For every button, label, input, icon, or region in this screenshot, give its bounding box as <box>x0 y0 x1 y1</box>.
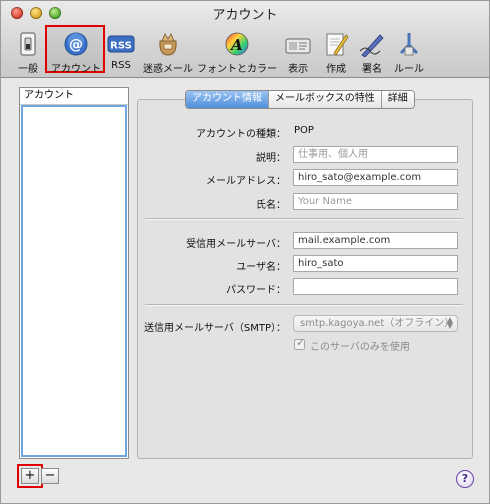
tab-mailbox-behaviors[interactable]: メールボックスの特性 <box>269 91 382 108</box>
add-account-button[interactable]: + <box>21 468 39 484</box>
toolbar-rss[interactable]: RSS RSS <box>105 29 137 75</box>
rss-icon: RSS <box>107 35 135 53</box>
outgoing-server-value: smtp.kagoya.net（オフライン） <box>300 318 455 329</box>
svg-text:@: @ <box>69 37 83 53</box>
popup-arrows-icon: ▲ ▼ <box>446 315 453 330</box>
svg-text:RSS: RSS <box>110 41 132 52</box>
mail-preferences-window: アカウント 一般 @ アカウント RSS RSS 迷惑メール A フォントとカラ… <box>0 0 490 504</box>
toolbar-junk-mail[interactable]: 迷惑メール <box>141 29 195 75</box>
full-name-field[interactable]: Your Name <box>293 193 458 210</box>
toolbar-general[interactable]: 一般 <box>9 29 47 75</box>
full-name-label: 氏名： <box>256 200 286 211</box>
toolbar-rss-label: RSS <box>111 60 131 71</box>
rules-icon <box>399 33 419 56</box>
email-address-label: メールアドレス： <box>206 176 286 187</box>
description-field[interactable]: 仕事用、個人用 <box>293 146 458 163</box>
account-type-label: アカウントの種類： <box>196 129 286 140</box>
incoming-server-label: 受信用メールサーバ： <box>186 239 286 250</box>
help-button[interactable]: ? <box>456 470 474 488</box>
toolbar-general-label: 一般 <box>18 64 38 75</box>
account-type-value: POP <box>294 125 314 136</box>
window-title: アカウント <box>212 8 278 23</box>
incoming-server-field[interactable]: mail.example.com <box>293 232 458 249</box>
section-divider <box>145 218 463 220</box>
outgoing-server-label: 送信用メールサーバ（SMTP）： <box>143 323 286 334</box>
compose-pencil-icon <box>326 33 349 56</box>
at-sign-icon: @ <box>64 32 88 56</box>
switch-icon <box>20 32 36 56</box>
toolbar-composing-label: 作成 <box>326 64 346 75</box>
outgoing-server-popup[interactable]: smtp.kagoya.net（オフライン） ▲ ▼ <box>293 315 458 332</box>
toolbar-composing[interactable]: 作成 <box>319 29 353 75</box>
email-address-field[interactable]: hiro_sato@example.com <box>293 169 458 186</box>
toolbar-fonts-colors-label: フォントとカラー <box>197 64 277 75</box>
signature-pen-icon <box>359 34 384 57</box>
toolbar-junk-mail-label: 迷惑メール <box>143 64 193 75</box>
use-only-this-server-checkbox[interactable]: ✓ <box>294 336 306 350</box>
toolbar-rules-label: ルール <box>394 64 424 75</box>
tab-advanced[interactable]: 詳細 <box>381 91 414 108</box>
toolbar-accounts-label: アカウント <box>51 64 101 75</box>
description-label: 説明： <box>256 153 286 164</box>
password-field[interactable] <box>293 278 458 295</box>
username-label: ユーザ名： <box>236 262 286 273</box>
use-only-this-server-label: このサーバのみを使用 <box>310 342 410 353</box>
remove-account-button[interactable]: − <box>41 468 59 484</box>
toolbar-rules[interactable]: ルール <box>391 29 427 75</box>
toolbar-fonts-colors[interactable]: A フォントとカラー <box>197 29 277 75</box>
view-icon <box>285 38 311 54</box>
account-tabs: アカウント情報 メールボックスの特性 詳細 <box>185 90 415 109</box>
toolbar-accounts[interactable]: @ アカウント <box>47 29 105 75</box>
section-divider <box>145 304 463 306</box>
junk-mail-bag-icon <box>159 33 177 56</box>
password-label: パスワード： <box>226 285 286 296</box>
toolbar-viewing-label: 表示 <box>288 64 308 75</box>
checkmark-icon: ✓ <box>296 336 306 349</box>
toolbar-signatures-label: 署名 <box>362 64 382 75</box>
toolbar-signatures[interactable]: 署名 <box>355 29 389 75</box>
titlebar-toolbar: アカウント 一般 @ アカウント RSS RSS 迷惑メール A フォントとカラ… <box>1 1 489 78</box>
toolbar-viewing[interactable]: 表示 <box>281 29 315 75</box>
font-color-icon: A <box>225 32 249 56</box>
account-list-header[interactable]: アカウント <box>20 88 128 105</box>
account-list-body[interactable] <box>21 105 127 457</box>
account-list[interactable]: アカウント <box>19 87 129 459</box>
svg-text:A: A <box>229 36 243 54</box>
tab-account-information[interactable]: アカウント情報 <box>186 91 269 108</box>
username-field[interactable]: hiro_sato <box>293 255 458 272</box>
